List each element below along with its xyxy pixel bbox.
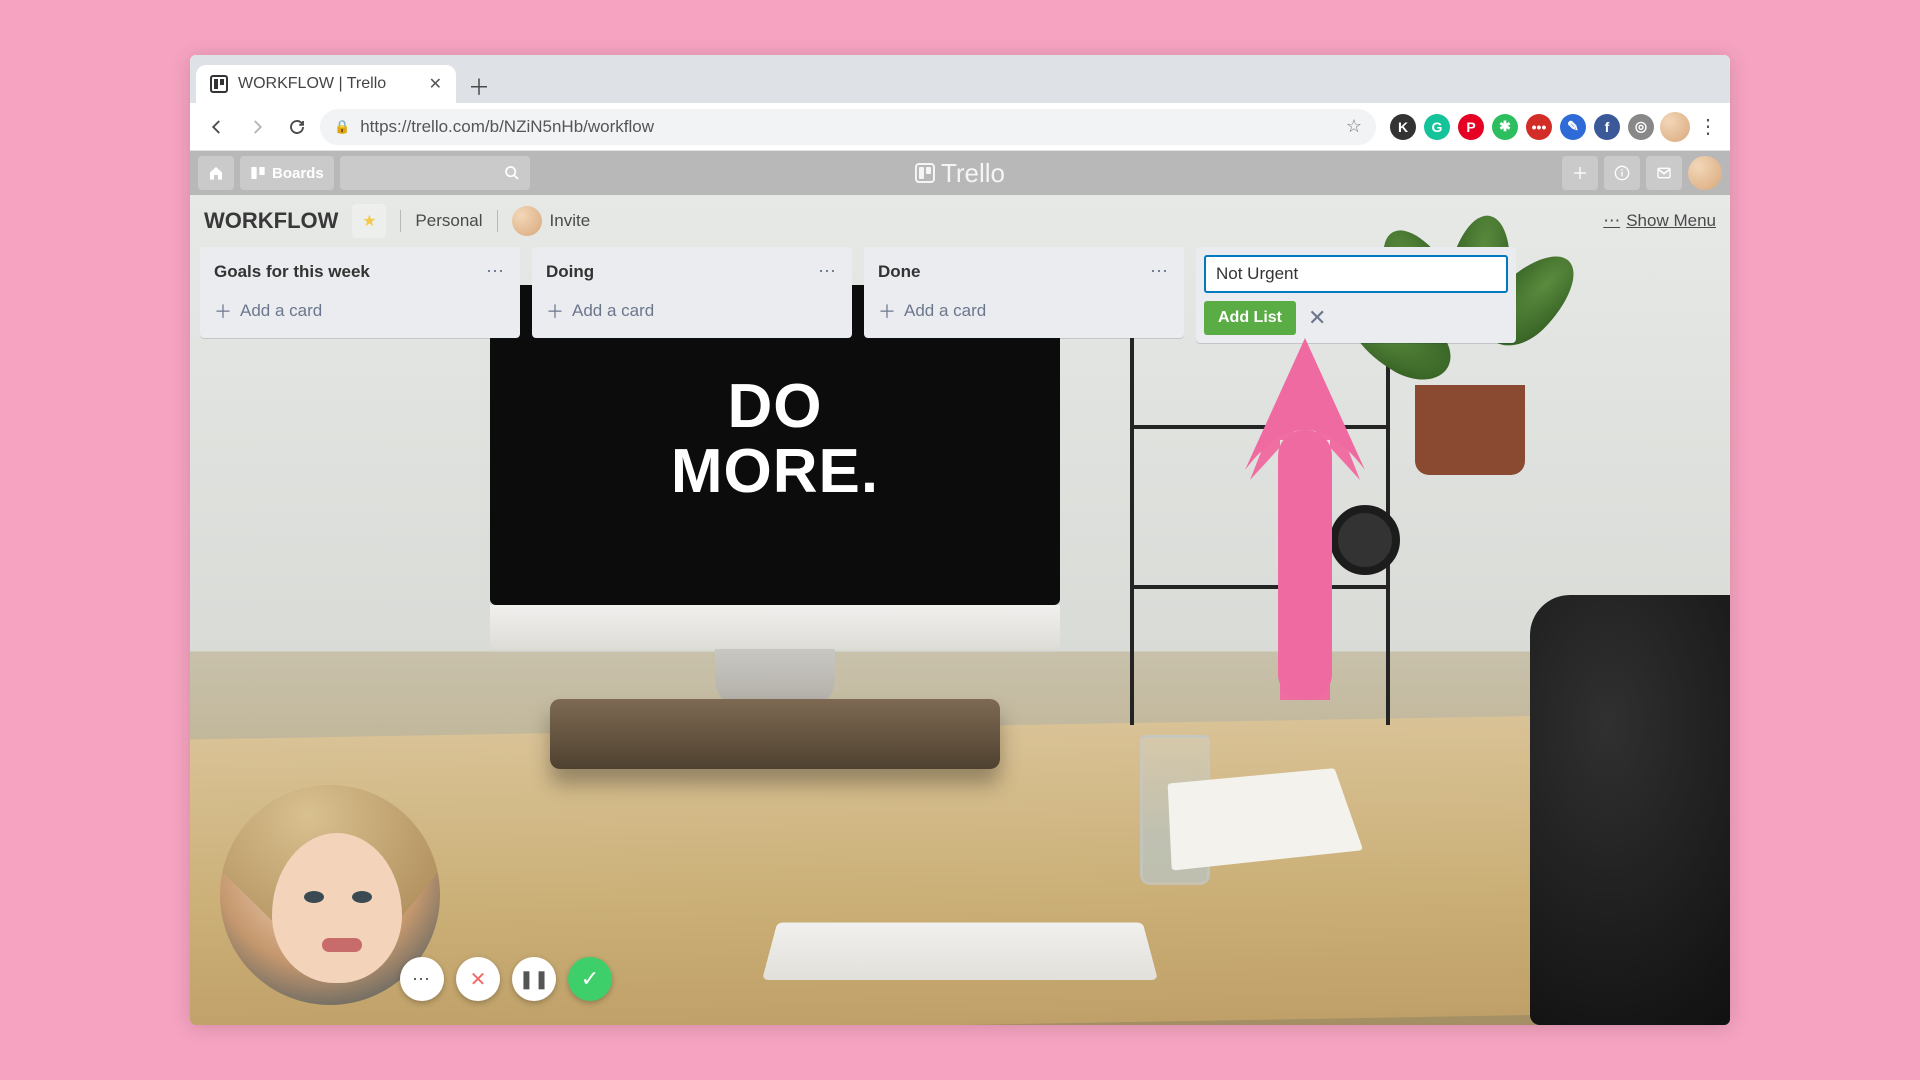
bookmark-star-icon[interactable]: ☆: [1346, 116, 1362, 137]
reload-button[interactable]: [280, 110, 314, 144]
url-text: https://trello.com/b/NZiN5nHb/workflow: [360, 117, 654, 137]
add-card-label: Add a card: [904, 301, 986, 321]
add-card-label: Add a card: [572, 301, 654, 321]
back-button[interactable]: [200, 110, 234, 144]
list-column: Done ⋯ ＋ Add a card: [864, 247, 1184, 338]
ext-pinterest[interactable]: P: [1458, 114, 1484, 140]
show-menu-label: Show Menu: [1626, 211, 1716, 231]
scene-text-1: DO: [727, 372, 822, 441]
plus-icon: ＋: [214, 298, 232, 324]
ext-pen[interactable]: ✎: [1560, 114, 1586, 140]
list-column: Goals for this week ⋯ ＋ Add a card: [200, 247, 520, 338]
list-menu-icon[interactable]: ⋯: [818, 261, 838, 282]
address-bar[interactable]: 🔒 https://trello.com/b/NZiN5nHb/workflow…: [320, 109, 1376, 145]
board-sub-header: WORKFLOW ★ Personal Invite ⋯ Show Menu: [190, 195, 1730, 247]
plus-icon: ＋: [878, 298, 896, 324]
browser-toolbar: 🔒 https://trello.com/b/NZiN5nHb/workflow…: [190, 103, 1730, 151]
list-title[interactable]: Doing: [546, 262, 594, 282]
ext-k[interactable]: K: [1390, 114, 1416, 140]
ext-facebook[interactable]: f: [1594, 114, 1620, 140]
add-card-label: Add a card: [240, 301, 322, 321]
list-menu-icon[interactable]: ⋯: [1150, 261, 1170, 282]
search-icon: [504, 165, 520, 181]
recording-controls: ⋯ ✕ ❚❚ ✓: [400, 957, 612, 1001]
chrome-profile-avatar[interactable]: [1660, 112, 1690, 142]
info-button[interactable]: [1604, 156, 1640, 190]
board-members[interactable]: Invite: [512, 206, 591, 236]
lists-row: Goals for this week ⋯ ＋ Add a card Doing…: [190, 247, 1730, 343]
ellipsis-icon: ⋯: [1603, 211, 1620, 231]
rec-pause-button[interactable]: ❚❚: [512, 957, 556, 1001]
rec-finish-button[interactable]: ✓: [568, 957, 612, 1001]
trello-favicon: [210, 75, 228, 93]
star-board-button[interactable]: ★: [352, 204, 386, 238]
plus-icon: ＋: [546, 298, 564, 324]
ext-evernote[interactable]: ✱: [1492, 114, 1518, 140]
rec-more-button[interactable]: ⋯: [400, 957, 444, 1001]
list-title[interactable]: Goals for this week: [214, 262, 370, 282]
notifications-button[interactable]: [1646, 156, 1682, 190]
board-visibility[interactable]: Personal: [415, 211, 482, 231]
add-list-composer: Add List ✕: [1196, 247, 1516, 343]
list-menu-icon[interactable]: ⋯: [486, 261, 506, 282]
browser-window: WORKFLOW | Trello ✕ ＋ 🔒 https://trello.c…: [190, 55, 1730, 1025]
browser-tab-title: WORKFLOW | Trello: [238, 75, 386, 93]
list-column: Doing ⋯ ＋ Add a card: [532, 247, 852, 338]
browser-tab-strip: WORKFLOW | Trello ✕ ＋: [190, 55, 1730, 103]
member-avatar: [512, 206, 542, 236]
home-button[interactable]: [198, 156, 234, 190]
trello-mark-icon: [915, 163, 935, 183]
list-title[interactable]: Done: [878, 262, 921, 282]
scene-text-2: MORE.: [671, 437, 879, 506]
new-list-name-input[interactable]: [1204, 255, 1508, 293]
chrome-menu-icon[interactable]: ⋮: [1696, 114, 1720, 139]
lock-icon: 🔒: [334, 119, 350, 135]
invite-label: Invite: [550, 211, 591, 231]
add-list-button[interactable]: Add List: [1204, 301, 1296, 335]
add-card-button[interactable]: ＋ Add a card: [542, 292, 842, 330]
close-tab-icon[interactable]: ✕: [429, 74, 442, 94]
board-title[interactable]: WORKFLOW: [204, 208, 338, 234]
trello-logo-text: Trello: [941, 158, 1005, 189]
create-button[interactable]: [1562, 156, 1598, 190]
divider: [497, 210, 498, 232]
trello-header: Boards Trello: [190, 151, 1730, 195]
rec-cancel-button[interactable]: ✕: [456, 957, 500, 1001]
extensions-row: KGP ✱ ••• ✎ f ◎: [1390, 114, 1654, 140]
trello-user-avatar[interactable]: [1688, 156, 1722, 190]
add-card-button[interactable]: ＋ Add a card: [210, 292, 510, 330]
trello-logo[interactable]: Trello: [915, 158, 1005, 189]
ext-grammarly[interactable]: G: [1424, 114, 1450, 140]
board-canvas: DO MORE. WORKFLOW ★ Personal Invite: [190, 195, 1730, 1025]
close-composer-icon[interactable]: ✕: [1308, 305, 1326, 331]
ext-loom[interactable]: ◎: [1628, 114, 1654, 140]
add-card-button[interactable]: ＋ Add a card: [874, 292, 1174, 330]
scene-monitor: DO MORE.: [490, 285, 1060, 705]
boards-button[interactable]: Boards: [240, 156, 334, 190]
forward-button[interactable]: [240, 110, 274, 144]
header-search[interactable]: [340, 156, 530, 190]
show-menu-link[interactable]: ⋯ Show Menu: [1603, 211, 1716, 231]
new-tab-button[interactable]: ＋: [462, 69, 496, 103]
boards-label: Boards: [272, 165, 324, 182]
ext-lastpass[interactable]: •••: [1526, 114, 1552, 140]
divider: [400, 210, 401, 232]
browser-tab-active[interactable]: WORKFLOW | Trello ✕: [196, 65, 456, 103]
